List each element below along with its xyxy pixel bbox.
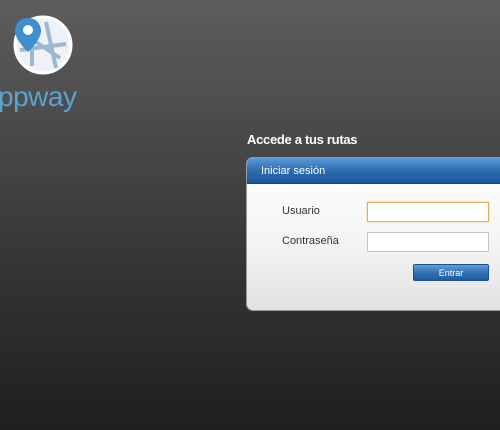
page-heading: Accede a tus rutas [247,132,358,147]
map-pin-icon [13,15,73,75]
submit-button[interactable]: Entrar [413,264,489,281]
password-input[interactable] [367,232,489,252]
username-row: Usuario [247,202,500,222]
username-input[interactable] [367,202,489,222]
app-logo: ppway [0,12,80,112]
password-label: Contraseña [282,235,339,247]
brand-name: ppway [0,81,77,112]
username-label: Usuario [282,205,320,217]
panel-title: Iniciar sesión [247,158,500,184]
password-row: Contraseña [247,232,500,252]
login-panel: Iniciar sesión Usuario Contraseña Entrar [247,158,500,310]
